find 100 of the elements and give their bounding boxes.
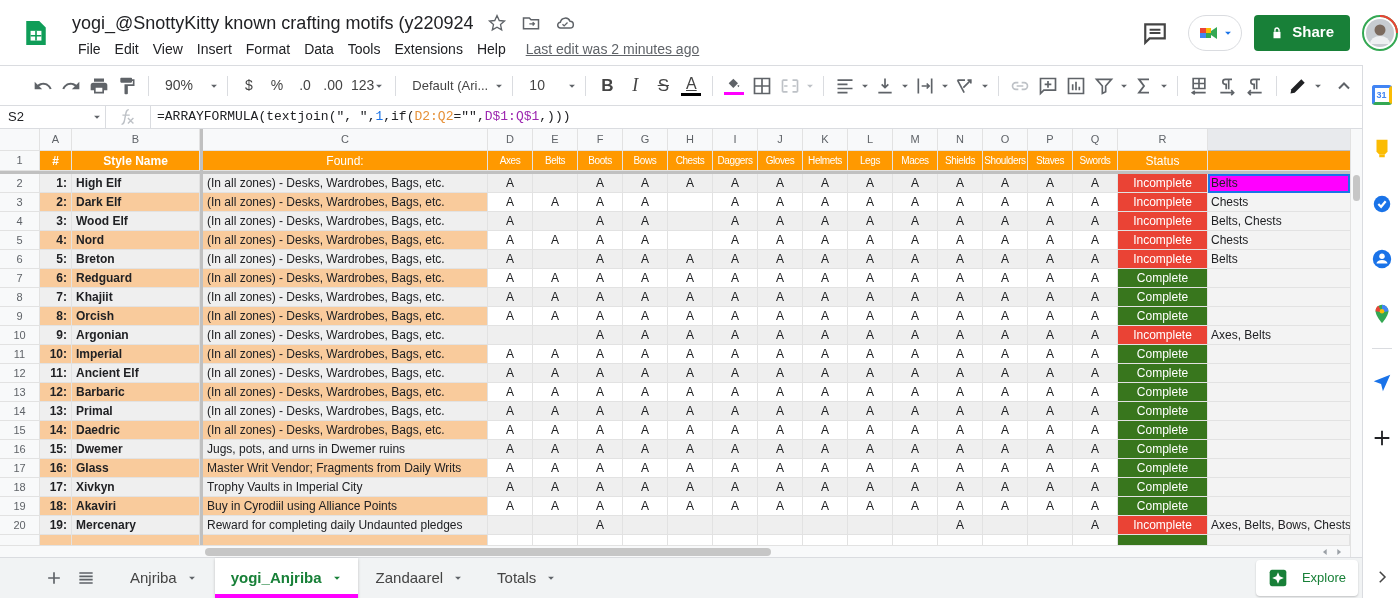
row-number[interactable]: 3	[0, 193, 40, 212]
menu-item[interactable]: Tools	[341, 37, 387, 61]
menu-item[interactable]: View	[146, 37, 189, 61]
row-number[interactable]: 8	[0, 288, 40, 307]
table-cell: A	[758, 459, 803, 478]
sparkle-icon	[1267, 568, 1288, 588]
table-cell: A	[983, 174, 1028, 193]
row-number[interactable]: 7	[0, 269, 40, 288]
table-cell: 1:	[40, 174, 72, 193]
row-number[interactable]: 11	[0, 345, 40, 364]
table-cell: A	[713, 288, 758, 307]
row-number[interactable]: 15	[0, 421, 40, 440]
row-number[interactable]: 12	[0, 364, 40, 383]
currency-button[interactable]: $	[236, 71, 262, 100]
table-cell: A	[623, 288, 668, 307]
text-color-button[interactable]: A	[678, 71, 705, 100]
row-number[interactable]: 4	[0, 212, 40, 231]
table-cell: A	[803, 383, 848, 402]
document-title[interactable]: yogi_@SnottyKitty known crafting motifs (y220924	[72, 10, 474, 35]
table-cell: 3:	[40, 212, 72, 231]
font-dropdown[interactable]: Default (Ari...	[404, 71, 505, 100]
decrease-decimals-button[interactable]: .0	[292, 71, 318, 100]
chart-icon[interactable]	[1066, 75, 1087, 96]
increase-decimals-button[interactable]: .00	[320, 71, 346, 100]
table-cell: A	[758, 326, 803, 345]
strikethrough-button[interactable]: S	[650, 71, 677, 100]
menu-item[interactable]: Edit	[108, 37, 145, 61]
row-number[interactable]: 20	[0, 516, 40, 535]
status-cell: Complete	[1118, 288, 1208, 307]
table-cell: A	[623, 345, 668, 364]
table-cell: A	[623, 326, 668, 345]
menu-item[interactable]: Data	[298, 37, 340, 61]
paint-format-icon[interactable]	[117, 75, 137, 96]
row-number[interactable]: 5	[0, 231, 40, 250]
menu-item[interactable]: Insert	[190, 37, 238, 61]
scrollbar-thumb[interactable]	[205, 547, 771, 556]
avatar[interactable]	[1362, 14, 1398, 51]
zoom-dropdown[interactable]: 90%	[157, 71, 219, 100]
row-number[interactable]: 16	[0, 440, 40, 459]
add-comment-icon[interactable]	[1038, 75, 1059, 96]
bold-button[interactable]: B	[594, 71, 621, 100]
calendar-icon[interactable]: 31	[1371, 85, 1392, 105]
table-cell: A	[893, 402, 938, 421]
formula-field[interactable]: =ARRAYFORMULA(textjoin(", ",1,if(D2:Q2="",D$1:Q$1,)))	[157, 106, 1362, 128]
last-edit-link[interactable]: Last edit was 2 minutes ago	[525, 38, 700, 60]
table-cell: (In all zones) - Desks, Wardrobes, Bags, etc.	[203, 193, 488, 212]
menu-item[interactable]: File	[72, 37, 107, 61]
status-cell: Complete	[1118, 269, 1208, 288]
table-cell: Akaviri	[72, 497, 200, 516]
sheet-tab[interactable]: Totals	[481, 558, 573, 598]
table-cell: A	[668, 440, 713, 459]
table-cell: Axes, Belts	[1208, 326, 1350, 345]
number-format-dropdown[interactable]: 123	[348, 71, 388, 100]
font-size-dropdown[interactable]: 10	[521, 71, 578, 100]
menu-item[interactable]: Help	[470, 37, 512, 61]
row-number[interactable]: 17	[0, 459, 40, 478]
sheet-tab[interactable]: Zandaarel	[359, 558, 480, 598]
table-cell: A	[983, 402, 1028, 421]
scrollbar-thumb[interactable]	[1353, 175, 1360, 201]
table-cell: A	[938, 193, 983, 212]
table-cell: A	[668, 174, 713, 193]
table-cell	[533, 174, 578, 193]
table-cell: A	[848, 231, 893, 250]
row-number[interactable]: 6	[0, 250, 40, 269]
header-cell: Swords	[1073, 151, 1118, 171]
share-button[interactable]: Share	[1254, 14, 1350, 51]
table-cell: 13:	[40, 402, 72, 421]
table-cell: A	[578, 307, 623, 326]
star-icon[interactable]	[487, 12, 508, 33]
sheet-tab[interactable]: yogi_Anjriba	[214, 558, 358, 598]
row-number[interactable]: 9	[0, 307, 40, 326]
table-cell: A	[623, 497, 668, 516]
row-number[interactable]: 2	[0, 174, 40, 193]
table-cell: 5:	[40, 250, 72, 269]
table-cell: A	[938, 288, 983, 307]
table-cell: A	[803, 345, 848, 364]
italic-button[interactable]: I	[622, 71, 649, 100]
table-cell	[668, 193, 713, 212]
table-cell: (In all zones) - Desks, Wardrobes, Bags, etc.	[203, 402, 488, 421]
contacts-icon[interactable]	[1370, 248, 1393, 270]
row-number[interactable]: 10	[0, 326, 40, 345]
table-cell: 11:	[40, 364, 72, 383]
menu-item[interactable]: Format	[239, 37, 297, 61]
menu-item[interactable]: Extensions	[388, 37, 469, 61]
sheet-tab[interactable]: Anjriba	[114, 558, 213, 598]
table-cell: A	[983, 250, 1028, 269]
table-cell: A	[848, 269, 893, 288]
row-number[interactable]: 1	[0, 151, 40, 171]
row-number[interactable]: 14	[0, 402, 40, 421]
percent-button[interactable]: %	[264, 71, 290, 100]
row-number[interactable]: 18	[0, 478, 40, 497]
table-cell: A	[893, 231, 938, 250]
row-number[interactable]: 19	[0, 497, 40, 516]
table-cell	[983, 516, 1028, 535]
table-cell: A	[893, 326, 938, 345]
row-number[interactable]: 13	[0, 383, 40, 402]
explore-button[interactable]: Explore	[1255, 560, 1358, 596]
table-cell: A	[578, 269, 623, 288]
borders-icon[interactable]	[752, 75, 773, 96]
table-cell: A	[803, 288, 848, 307]
